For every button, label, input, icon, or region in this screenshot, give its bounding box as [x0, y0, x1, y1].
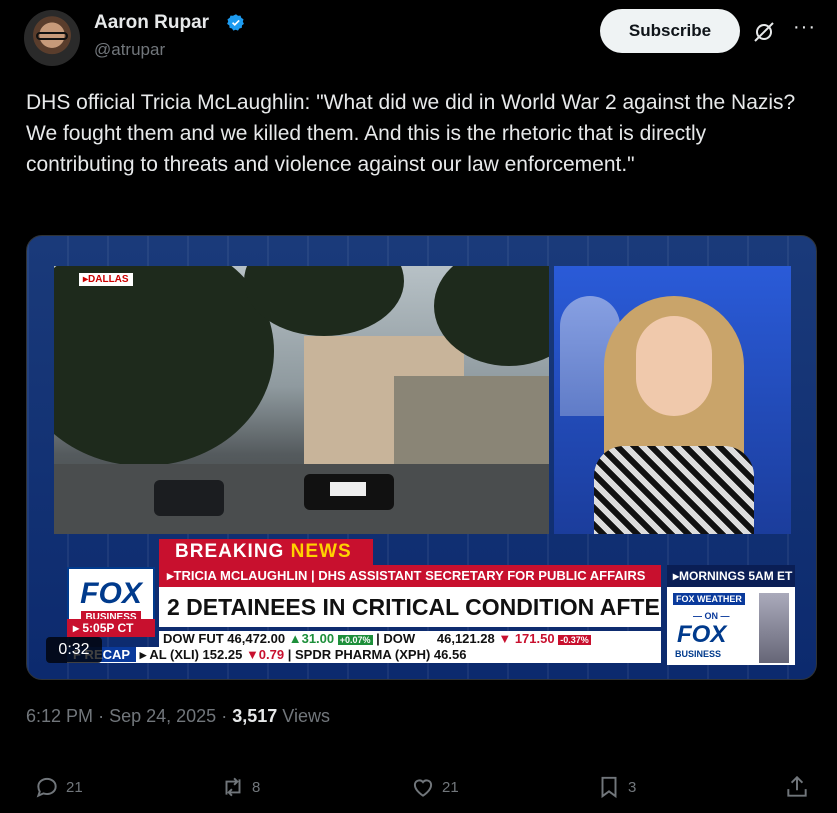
ticker-dow-value: 46,121.28 — [436, 631, 495, 646]
headline-bar: 2 DETAINEES IN CRITICAL CONDITION AFTER … — [159, 587, 661, 627]
stock-ticker-bottom: F RECAP ▸ AL (XLI) 152.25 ▼0.79 | SPDR P… — [67, 647, 661, 663]
share-icon — [787, 775, 807, 797]
tree — [54, 266, 274, 466]
promo-fox: FOX — [677, 621, 727, 648]
meta-separator: · — [221, 706, 228, 726]
reply-count: 21 — [66, 778, 83, 796]
guest-name-bar: ▸TRICIA MCLAUGHLIN | DHS ASSISTANT SECRE… — [159, 565, 661, 587]
repost-count: 8 — [252, 778, 261, 796]
ticker-dow-fut-change: ▲31.00 — [288, 631, 335, 646]
video-duration: 0:32 — [46, 637, 102, 663]
news-label: NEWS — [290, 541, 352, 562]
ticker-dow-change: ▼ 171.50 — [498, 631, 555, 646]
avatar[interactable] — [24, 10, 80, 66]
lower-third: BREAKING NEWS FOX BUSINESS ▸ 5:05P CT ▸T… — [57, 539, 797, 669]
promo-on: — ON — — [693, 611, 730, 621]
author-handle[interactable]: @atrupar — [94, 40, 165, 60]
tweet-time[interactable]: 6:12 PM — [26, 706, 93, 726]
glasses-shape — [36, 32, 68, 40]
breaking-news-banner: BREAKING NEWS — [159, 539, 373, 565]
reply-icon — [36, 777, 57, 798]
like-button[interactable]: 21 — [410, 774, 459, 800]
parked-car — [154, 480, 224, 516]
tweet-date[interactable]: Sep 24, 2025 — [109, 706, 216, 726]
bookmark-icon — [601, 776, 617, 799]
repost-icon — [225, 777, 241, 797]
meta-separator: · — [98, 706, 105, 726]
views-count[interactable]: 3,517 — [232, 706, 277, 726]
tweet-meta: 6:12 PM · Sep 24, 2025 · 3,517 Views — [26, 706, 330, 727]
breaking-label: BREAKING — [175, 541, 285, 562]
ticker-xph: | SPDR PHARMA (XPH) 46.56 — [287, 647, 467, 662]
views-label: Views — [282, 706, 330, 726]
more-options-icon[interactable]: ··· — [793, 16, 816, 39]
like-count: 21 — [442, 778, 459, 796]
reply-button[interactable]: 21 — [34, 774, 83, 800]
ticker-dow: DOW — [383, 631, 416, 646]
tweet-text: DHS official Tricia McLaughlin: "What di… — [26, 91, 796, 176]
channel-name: FOX — [80, 576, 142, 610]
road — [54, 464, 549, 534]
bookmark-button[interactable]: 3 — [596, 774, 636, 800]
repost-button[interactable]: 8 — [220, 774, 260, 800]
promo-label: ▸MORNINGS 5AM ET — [667, 565, 795, 587]
ticker-dow-fut: DOW FUT 46,472.00 — [163, 631, 286, 646]
grok-icon[interactable] — [752, 20, 776, 44]
field-footage — [54, 266, 549, 534]
ticker-dow-pct: -0.37% — [558, 635, 591, 645]
promo-box: FOX WEATHER — ON — FOX BUSINESS — [667, 587, 795, 665]
time-badge: ▸ 5:05P CT — [67, 619, 155, 637]
video-player[interactable]: ▸DALLAS BREAKING NEWS FOX BUSINESS ▸ 5:0… — [26, 235, 817, 680]
subscribe-button[interactable]: Subscribe — [600, 9, 740, 53]
anchor-face — [636, 316, 712, 416]
police-car-doors — [330, 482, 366, 496]
promo-business: BUSINESS — [675, 649, 722, 659]
heart-icon — [413, 779, 433, 797]
location-tag: ▸DALLAS — [79, 273, 133, 286]
bookmark-count: 3 — [628, 778, 637, 796]
promo-weather: FOX WEATHER — [673, 593, 745, 605]
author-name[interactable]: Aaron Rupar — [94, 12, 209, 34]
police-car — [304, 474, 394, 510]
ticker-xli: ▸ AL (XLI) 152.25 — [139, 647, 243, 662]
tower-image — [759, 593, 789, 663]
ticker-xli-change: ▼0.79 — [245, 647, 285, 662]
share-button[interactable] — [784, 774, 810, 800]
anchor-frame — [554, 266, 791, 534]
anchor-jacket — [594, 446, 754, 534]
stock-ticker-top: DOW FUT 46,472.00 ▲31.00 +0.07% | DOW 46… — [159, 631, 661, 647]
ticker-dow-fut-pct: +0.07% — [337, 635, 373, 645]
verified-badge-icon — [227, 14, 244, 31]
